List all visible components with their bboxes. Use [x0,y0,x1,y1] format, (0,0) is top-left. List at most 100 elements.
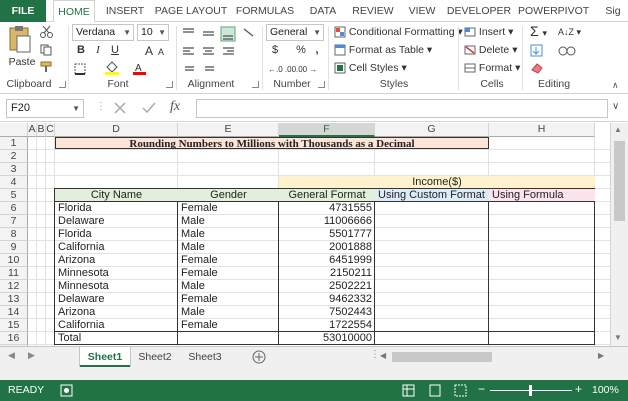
column-header-b[interactable]: B [37,123,46,137]
tab-powerpivot[interactable]: POWERPIVOT [518,0,589,22]
cell-city-name[interactable]: Minnesota [55,267,178,279]
column-header-a[interactable]: A [28,123,37,137]
cell-city-name[interactable]: Arizona [55,306,178,318]
cell-income-value[interactable]: 7502443 [279,306,375,318]
clipboard-launcher-icon[interactable] [59,81,66,88]
income-header[interactable]: Income($) [279,176,595,188]
name-box[interactable]: F20 ▼ [6,99,84,118]
zoom-out-icon[interactable]: − [478,382,485,396]
header-using-formula[interactable]: Using Formula [489,189,595,201]
row-header-1[interactable]: 1 [0,137,28,150]
grow-font-button[interactable]: A [145,43,153,59]
comma-button[interactable]: , [310,43,324,57]
row-header-7[interactable]: 7 [0,215,28,228]
cell-city-name[interactable]: Arizona [55,254,178,266]
cell-income-value[interactable]: 2502221 [279,280,375,292]
cell-gender[interactable]: Female [178,254,279,266]
cell-city-name[interactable]: Florida [55,202,178,214]
number-format-select[interactable]: General ▼ [266,24,324,41]
cell-city-name[interactable]: Delaware [55,293,178,305]
cell-city-name[interactable]: California [55,241,178,253]
decimal-buttons-icon[interactable]: ←.0 .00 .00 →.0 [268,62,318,75]
find-select-icon[interactable] [558,44,576,58]
column-header-f[interactable]: F [279,123,375,137]
next-sheet-icon[interactable]: ▶ [28,350,35,361]
paste-button[interactable]: Paste [6,24,36,70]
total-label[interactable]: Total [55,332,178,344]
column-header-e[interactable]: E [178,123,279,137]
sort-filter-button[interactable]: A↓Z ▾ [558,24,581,40]
expand-formula-bar-icon[interactable]: ∨ [612,101,619,112]
zoom-in-icon[interactable]: + [575,382,582,396]
new-sheet-icon[interactable] [252,350,266,364]
format-as-table-button[interactable]: Format as Table ▾ [334,42,432,58]
cell-styles-button[interactable]: Cell Styles ▾ [334,60,407,76]
cell-city-name[interactable]: Delaware [55,215,178,227]
format-painter-icon[interactable] [40,61,53,73]
sheet-title[interactable]: Rounding Numbers to Millions with Thousa… [55,137,489,149]
header-general-format[interactable]: General Format [279,189,375,201]
vertical-scrollbar[interactable]: ▲ ▼ [610,123,628,346]
tab-home[interactable]: HOME [53,0,95,23]
prev-sheet-icon[interactable]: ◀ [8,350,15,361]
cell-gender[interactable]: Female [178,293,279,305]
column-header-c[interactable]: C [46,123,55,137]
underline-button[interactable]: U [108,43,122,57]
font-name-select[interactable]: Verdana ▼ [72,24,134,41]
copy-icon[interactable] [40,44,53,56]
cell-gender[interactable]: Female [178,202,279,214]
tab-signin[interactable]: Sig [598,0,628,22]
alignment-buttons[interactable] [181,26,261,78]
header-custom-format[interactable]: Using Custom Format [375,189,489,201]
sheet-tab-sheet2[interactable]: Sheet2 [132,347,178,367]
currency-button[interactable]: $ [268,43,282,57]
row-header-6[interactable]: 6 [0,202,28,215]
cell-income-value[interactable]: 6451999 [279,254,375,266]
row-header-5[interactable]: 5 [0,189,28,202]
row-header-16[interactable]: 16 [0,332,28,345]
column-header-g[interactable]: G [375,123,489,137]
cell-income-value[interactable]: 5501777 [279,228,375,240]
cell-city-name[interactable]: California [55,319,178,331]
row-header-15[interactable]: 15 [0,319,28,332]
header-city-name[interactable]: City Name [55,189,178,201]
cancel-icon[interactable] [113,101,127,115]
cell-income-value[interactable]: 9462332 [279,293,375,305]
scroll-up-icon[interactable]: ▲ [614,125,622,134]
fill-color-icon[interactable] [104,61,122,75]
tab-file[interactable]: FILE [0,0,46,22]
scroll-thumb[interactable] [614,141,625,221]
worksheet-grid[interactable]: ABCDEFGH 1234567891011121314151617 Round… [0,123,610,346]
tab-view[interactable]: VIEW [404,0,440,22]
scroll-left-icon[interactable]: ◀ [380,351,386,360]
format-cells-button[interactable]: Format ▾ [464,60,520,76]
font-launcher-icon[interactable] [166,81,173,88]
formula-input[interactable] [196,99,608,118]
cell-gender[interactable]: Male [178,241,279,253]
cell-city-name[interactable]: Minnesota [55,280,178,292]
cell-gender[interactable]: Male [178,306,279,318]
scroll-down-icon[interactable]: ▼ [614,333,622,342]
total-value[interactable]: 53010000 [279,332,375,344]
cut-icon[interactable] [40,26,53,38]
cell-gender[interactable]: Male [178,280,279,292]
column-header-h[interactable]: H [489,123,595,137]
enter-icon[interactable] [141,101,157,115]
row-header-12[interactable]: 12 [0,280,28,293]
font-color-icon[interactable]: A [132,61,148,75]
horizontal-scroll-thumb[interactable] [392,352,492,362]
cell-gender[interactable]: Male [178,228,279,240]
split-handle-icon[interactable]: ⋮ [370,349,380,360]
tab-page-layout[interactable]: PAGE LAYOUT [153,0,229,22]
clear-icon[interactable] [530,62,544,74]
row-header-9[interactable]: 9 [0,241,28,254]
cell-gender[interactable]: Female [178,319,279,331]
tab-data[interactable]: DATA [304,0,342,22]
sheet-tab-sheet3[interactable]: Sheet3 [182,347,228,367]
tab-insert[interactable]: INSERT [102,0,148,22]
macro-record-icon[interactable] [60,384,74,397]
cell-gender[interactable]: Female [178,267,279,279]
select-all-corner[interactable] [0,123,28,137]
cell-income-value[interactable]: 2150211 [279,267,375,279]
collapse-ribbon-icon[interactable]: ∧ [612,80,619,91]
